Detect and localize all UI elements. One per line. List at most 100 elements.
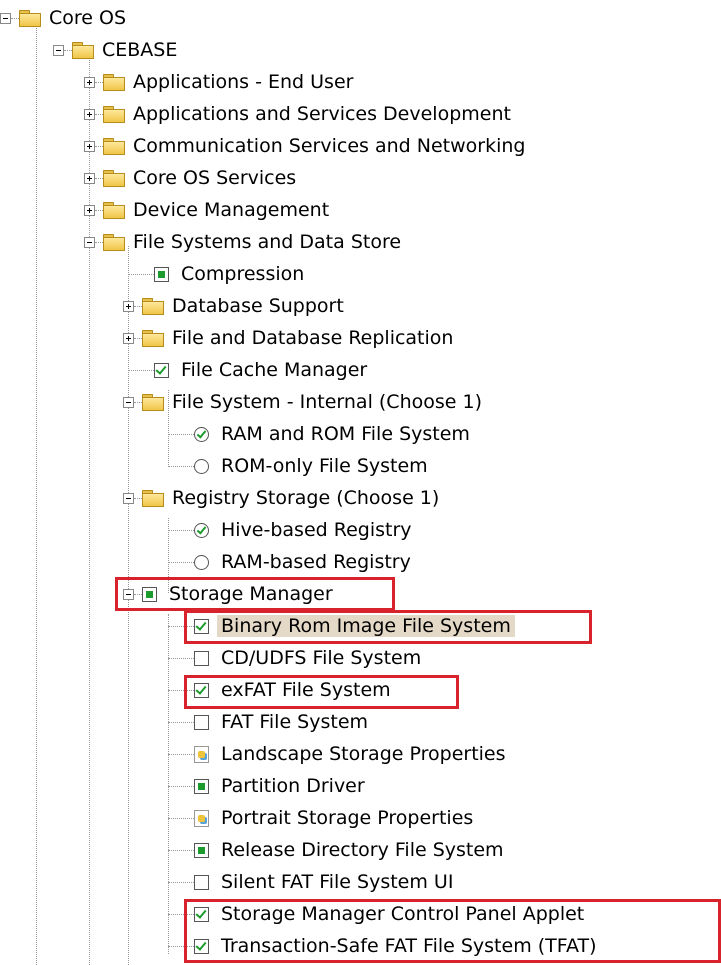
node-label: Database Support [172, 295, 344, 317]
tree-node-cebase[interactable]: CEBASE [53, 34, 177, 66]
node-label: Applications and Services Development [133, 103, 511, 125]
partial-check-icon[interactable] [142, 586, 157, 602]
expand-toggle[interactable] [84, 108, 95, 120]
node-label: Communication Services and Networking [133, 135, 526, 157]
folder-icon [103, 168, 125, 188]
tree-node-apps-services-dev[interactable]: Applications and Services Development [84, 98, 511, 130]
folder-icon [72, 40, 94, 60]
tree-node-database-support[interactable]: Database Support [123, 290, 344, 322]
collapse-toggle[interactable] [53, 44, 64, 56]
expand-toggle[interactable] [84, 76, 95, 88]
folder-icon [103, 232, 125, 252]
collapse-toggle[interactable] [123, 492, 134, 504]
node-label: CEBASE [102, 39, 178, 61]
tree-node-binary-rom[interactable]: Binary Rom Image File System [168, 610, 515, 642]
node-label: Silent FAT File System UI [221, 871, 454, 893]
tree-node-release-dir-fs[interactable]: Release Directory File System [168, 834, 504, 866]
checkbox-checked-icon[interactable] [194, 906, 209, 922]
node-label: Release Directory File System [221, 839, 504, 861]
tree-node-core-os[interactable]: Core OS [0, 2, 126, 34]
folder-icon [142, 296, 164, 316]
collapse-toggle[interactable] [123, 588, 134, 600]
tree-node-file-cache-manager[interactable]: File Cache Manager [128, 354, 367, 386]
catalog-tree: Core OS CEBASE Applications - End User A… [0, 0, 721, 965]
folder-icon [142, 392, 164, 412]
tree-node-fat[interactable]: FAT File System [168, 706, 368, 738]
tree-node-sm-cpl[interactable]: Storage Manager Control Panel Applet [168, 898, 584, 930]
partial-check-icon[interactable] [194, 778, 209, 794]
node-label: Portrait Storage Properties [221, 807, 474, 829]
tree-node-rom-only-fs[interactable]: ROM-only File System [168, 450, 428, 482]
tree-node-cd-udfs[interactable]: CD/UDFS File System [168, 642, 421, 674]
tree-node-core-os-services[interactable]: Core OS Services [84, 162, 296, 194]
radio-selected-icon[interactable] [194, 522, 209, 538]
tree-node-tfat[interactable]: Transaction-Safe FAT File System (TFAT) [168, 930, 597, 962]
tree-node-storage-manager[interactable]: Storage Manager [123, 578, 333, 610]
node-label: Hive-based Registry [221, 519, 412, 541]
folder-icon [142, 488, 164, 508]
folder-icon [103, 104, 125, 124]
node-label: Compression [181, 263, 305, 285]
tree-node-communication-services[interactable]: Communication Services and Networking [84, 130, 525, 162]
checkbox-unchecked-icon[interactable] [194, 714, 209, 730]
collapse-toggle[interactable] [84, 236, 95, 248]
expand-toggle[interactable] [84, 140, 95, 152]
node-label: Landscape Storage Properties [221, 743, 506, 765]
tree-node-landscape-props[interactable]: Landscape Storage Properties [168, 738, 506, 770]
collapse-toggle[interactable] [0, 12, 11, 24]
node-label: Registry Storage (Choose 1) [172, 487, 440, 509]
folder-icon [142, 328, 164, 348]
folder-icon [19, 8, 41, 28]
tree-node-applications-end-user[interactable]: Applications - End User [84, 66, 353, 98]
tree-node-ram-rom-fs[interactable]: RAM and ROM File System [168, 418, 470, 450]
node-label: File System - Internal (Choose 1) [172, 391, 482, 413]
expand-toggle[interactable] [123, 300, 134, 312]
node-label: Applications - End User [133, 71, 354, 93]
node-label: Binary Rom Image File System [217, 615, 515, 637]
node-label: File Systems and Data Store [133, 231, 402, 253]
tree-node-hive-registry[interactable]: Hive-based Registry [168, 514, 412, 546]
folder-icon [103, 200, 125, 220]
node-label: Storage Manager [169, 583, 333, 605]
properties-icon [194, 745, 209, 763]
node-label: Partition Driver [221, 775, 365, 797]
node-label: File Cache Manager [181, 359, 368, 381]
expand-toggle[interactable] [84, 172, 95, 184]
checkbox-checked-icon[interactable] [194, 682, 209, 698]
tree-guide-line [36, 22, 37, 965]
checkbox-checked-icon[interactable] [194, 618, 209, 634]
tree-node-portrait-props[interactable]: Portrait Storage Properties [168, 802, 473, 834]
tree-node-file-systems[interactable]: File Systems and Data Store [84, 226, 401, 258]
partial-check-icon[interactable] [154, 266, 169, 282]
tree-node-registry-storage[interactable]: Registry Storage (Choose 1) [123, 482, 439, 514]
node-label: Device Management [133, 199, 330, 221]
tree-node-file-db-replication[interactable]: File and Database Replication [123, 322, 453, 354]
radio-unselected-icon[interactable] [194, 458, 209, 474]
node-label: Core OS Services [133, 167, 297, 189]
partial-check-icon[interactable] [194, 842, 209, 858]
node-label: Storage Manager Control Panel Applet [221, 903, 585, 925]
checkbox-unchecked-icon[interactable] [194, 874, 209, 890]
tree-node-compression[interactable]: Compression [128, 258, 304, 290]
radio-unselected-icon[interactable] [194, 554, 209, 570]
checkbox-unchecked-icon[interactable] [194, 650, 209, 666]
node-label: Transaction-Safe FAT File System (TFAT) [221, 935, 597, 957]
tree-node-partition-driver[interactable]: Partition Driver [168, 770, 365, 802]
tree-node-ram-registry[interactable]: RAM-based Registry [168, 546, 411, 578]
checkbox-checked-icon[interactable] [194, 938, 209, 954]
expand-toggle[interactable] [84, 204, 95, 216]
node-label: File and Database Replication [172, 327, 454, 349]
node-label: RAM and ROM File System [221, 423, 470, 445]
node-label: CD/UDFS File System [221, 647, 422, 669]
node-label: exFAT File System [221, 679, 391, 701]
tree-node-exfat[interactable]: exFAT File System [168, 674, 391, 706]
node-label: RAM-based Registry [221, 551, 411, 573]
tree-node-fs-internal[interactable]: File System - Internal (Choose 1) [123, 386, 482, 418]
checkbox-checked-icon[interactable] [154, 362, 169, 378]
node-label: FAT File System [221, 711, 369, 733]
radio-selected-icon[interactable] [194, 426, 209, 442]
expand-toggle[interactable] [123, 332, 134, 344]
collapse-toggle[interactable] [123, 396, 134, 408]
tree-node-device-management[interactable]: Device Management [84, 194, 329, 226]
tree-node-silent-fat-ui[interactable]: Silent FAT File System UI [168, 866, 453, 898]
